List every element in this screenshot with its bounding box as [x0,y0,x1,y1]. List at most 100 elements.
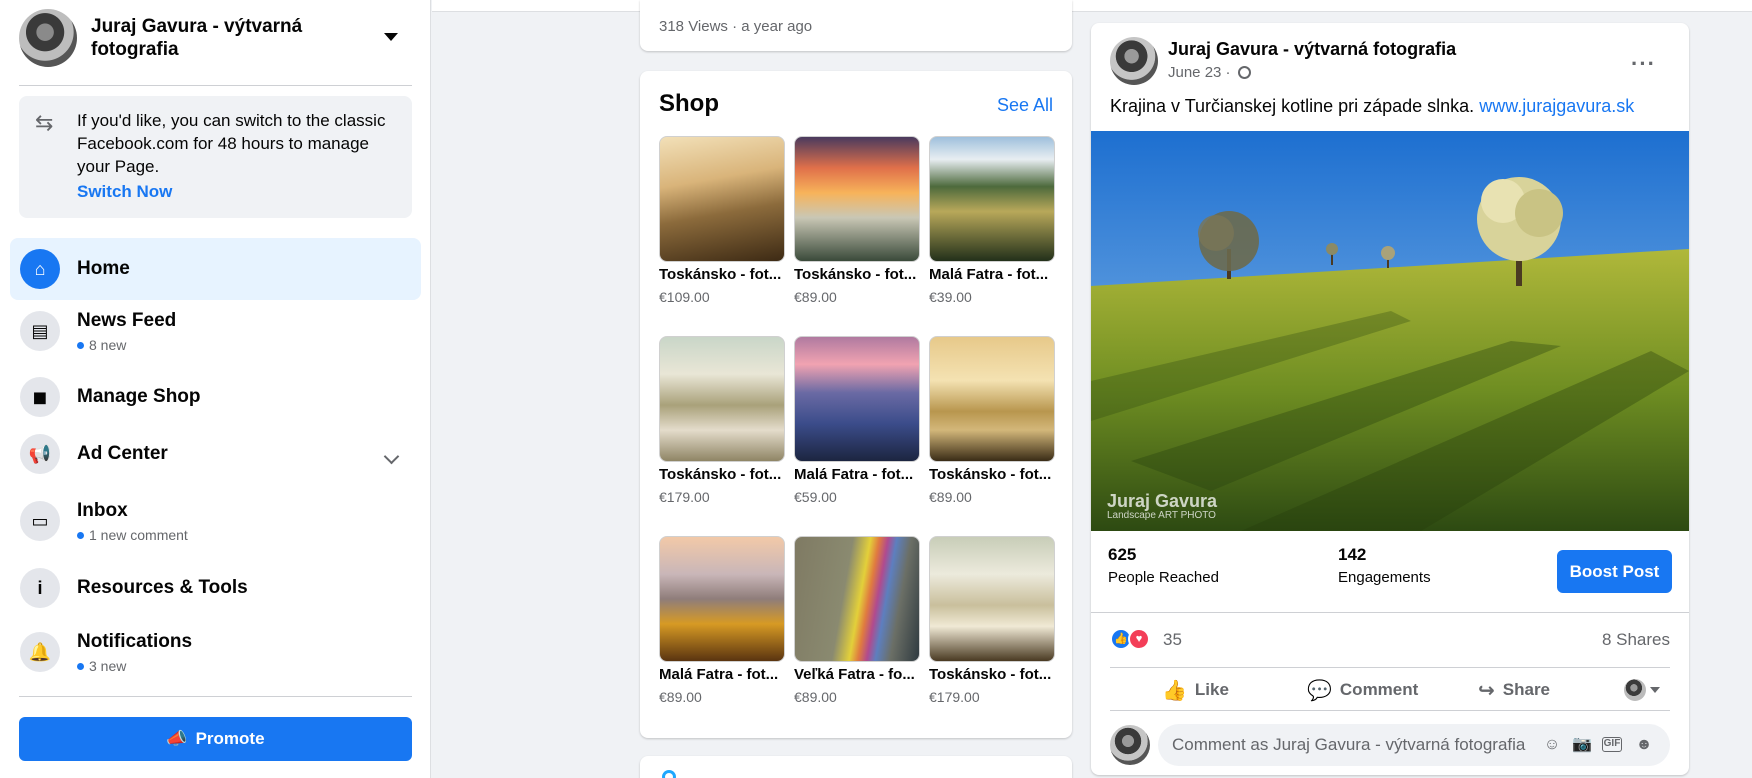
promote-button[interactable]: 📣 Promote [19,717,412,761]
boost-post-button[interactable]: Boost Post [1557,550,1672,593]
nav-label: News Feed [77,310,177,331]
chevron-down-icon[interactable] [383,448,400,465]
like-button[interactable]: 👍 Like [1162,668,1229,712]
nav-label: Ad Center [77,443,168,464]
nav-item-inbox[interactable]: ▭ Inbox 1 new comment [10,490,421,552]
reach-label: People Reached [1108,569,1219,586]
post-date[interactable]: June 23 · [1168,64,1251,81]
reactions-bar: 👍 ♥ 35 8 Shares [1110,626,1670,652]
landscape-photo [1091,131,1689,531]
product-card[interactable]: Toskánsko - fot... €89.00 [794,136,920,305]
unread-dot [77,662,84,670]
product-image [659,536,785,662]
engagements-label: Engagements [1338,569,1431,586]
product-card[interactable]: Malá Fatra - fot... €89.00 [659,536,785,705]
nav-sub: 3 new [77,658,126,674]
product-image [929,336,1055,462]
video-card[interactable]: 318 Views · a year ago [640,0,1072,51]
unread-dot [77,531,84,539]
product-card[interactable]: Toskánsko - fot... €89.00 [929,336,1055,505]
divider [19,85,412,86]
nav-label: Resources & Tools [77,577,248,598]
divider [19,696,412,697]
nav-item-home[interactable]: ⌂ Home [10,238,421,300]
love-reaction-icon[interactable]: ♥ [1128,628,1150,650]
photo-watermark: Juraj Gavura Landscape ART PHOTO [1107,491,1218,521]
post-header: Juraj Gavura - výtvarná fotografia June … [1110,37,1670,85]
post-link[interactable]: www.jurajgavura.sk [1479,96,1634,116]
megaphone-icon: 📣 [166,729,188,748]
comment-input[interactable]: Comment as Juraj Gavura - výtvarná fotog… [1158,724,1670,766]
page-post: Juraj Gavura - výtvarná fotografia June … [1091,23,1689,775]
post-actions: 👍 Like 💬 Comment ↪ Share [1110,667,1670,711]
comment-label: Comment [1339,680,1419,699]
comment-icon: 💬 [1307,679,1332,702]
more-options-icon[interactable]: ··· [1631,51,1656,77]
nav-item-ad-center[interactable]: 📢 Ad Center [10,423,421,485]
nav-sub: 1 new comment [77,527,188,543]
comment-button[interactable]: 💬 Comment [1307,668,1418,712]
globe-icon [1237,65,1251,79]
product-card[interactable]: Toskánsko - fot... €179.00 [659,336,785,505]
shop-card: Shop See All Toskánsko - fot... €109.00 … [640,71,1072,738]
comment-placeholder: Comment as Juraj Gavura - výtvarná fotog… [1172,735,1526,754]
product-image [929,136,1055,262]
comment-composer: Comment as Juraj Gavura - výtvarná fotog… [1110,724,1670,766]
caret-down-icon[interactable] [384,33,398,41]
thumbs-up-icon: 👍 [1162,679,1187,702]
post-text: Krajina v Turčianskej kotline pri západe… [1110,96,1635,116]
loading-icon [662,770,676,778]
nav-item-news-feed[interactable]: ▤ News Feed 8 new [10,300,421,362]
product-card[interactable]: Veľká Fatra - fo... €89.00 [794,536,920,705]
switch-arrows-icon: ⇆ [35,110,54,135]
nav-item-resources-tools[interactable]: i Resources & Tools [10,557,421,619]
megaphone-icon: 📢 [20,434,60,474]
unread-dot [77,341,84,349]
product-card[interactable]: Toskánsko - fot... €179.00 [929,536,1055,705]
shares-count[interactable]: 8 Shares [1602,630,1670,650]
post-photo[interactable]: Juraj Gavura Landscape ART PHOTO [1091,131,1689,531]
like-label: Like [1194,680,1229,699]
reaction-count[interactable]: 35 [1163,630,1182,650]
emoji-icon[interactable]: ☺ [1542,735,1562,755]
product-image [659,136,785,262]
share-button[interactable]: ↪ Share [1478,668,1550,712]
share-label: Share [1502,680,1551,699]
camera-icon[interactable]: 📷 [1572,735,1592,755]
promote-label: Promote [195,729,265,748]
sticker-icon[interactable]: ☻ [1634,735,1654,755]
product-name: Malá Fatra - fot... [794,466,914,483]
page-switcher[interactable]: Juraj Gavura - výtvarná fotografia [19,9,412,67]
avatar [1624,679,1646,701]
product-price: €89.00 [794,289,837,305]
post-author[interactable]: Juraj Gavura - výtvarná fotografia [1168,39,1456,60]
product-image [794,536,920,662]
nav-label: Home [77,258,130,279]
product-price: €89.00 [929,489,972,505]
product-name: Toskánsko - fot... [659,466,782,483]
nav-item-manage-shop[interactable]: ◼ Manage Shop [10,366,421,428]
bell-icon: 🔔 [20,632,60,672]
see-all-link[interactable]: See All [997,95,1053,116]
product-name: Veľká Fatra - fo... [794,666,915,683]
product-card[interactable]: Toskánsko - fot... €109.00 [659,136,785,305]
author-avatar[interactable] [1110,37,1158,85]
product-name: Toskánsko - fot... [794,266,917,283]
product-name: Malá Fatra - fot... [659,666,779,683]
post-as-selector[interactable] [1624,679,1660,701]
gif-icon[interactable]: GIF [1602,737,1622,752]
product-price: €109.00 [659,289,710,305]
product-price: €179.00 [929,689,980,705]
product-price: €39.00 [929,289,972,305]
nav-item-notifications[interactable]: 🔔 Notifications 3 new [10,621,421,683]
switch-notice-text: If you'd like, you can switch to the cla… [77,111,386,176]
inbox-icon: ▭ [20,501,60,541]
product-card[interactable]: Malá Fatra - fot... €59.00 [794,336,920,505]
commenter-avatar [1110,725,1150,765]
home-icon: ⌂ [20,249,60,289]
product-price: €89.00 [659,689,702,705]
news-feed-icon: ▤ [20,311,60,351]
product-card[interactable]: Malá Fatra - fot... €39.00 [929,136,1055,305]
classic-switch-notice: ⇆ If you'd like, you can switch to the c… [19,96,412,218]
switch-now-link[interactable]: Switch Now [77,182,172,202]
